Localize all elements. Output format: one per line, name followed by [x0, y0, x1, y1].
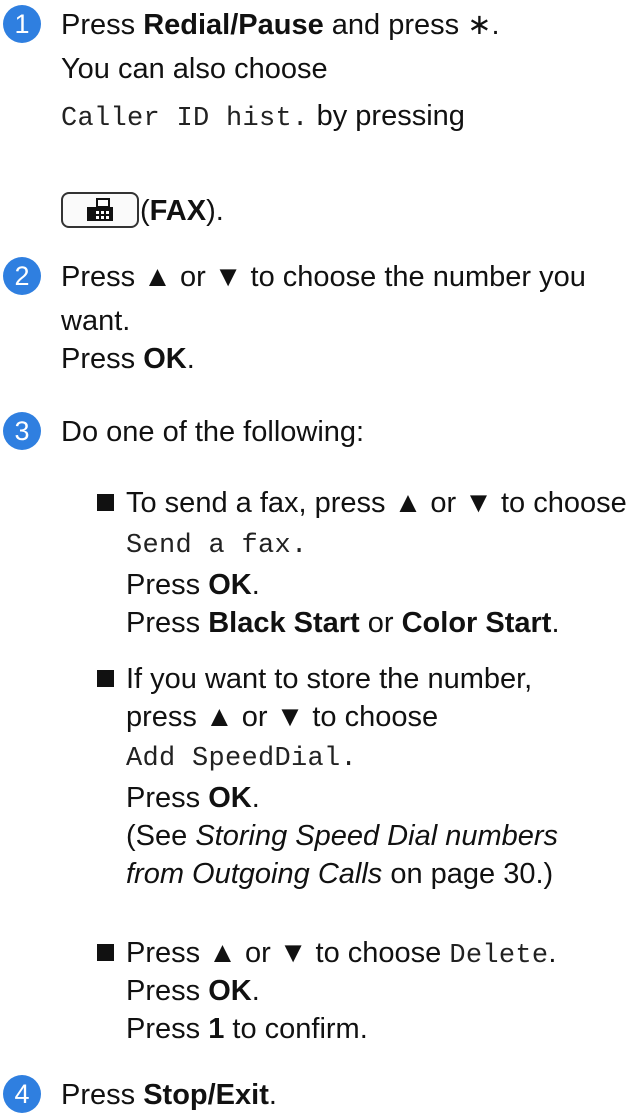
bullet-2-line-2: press ▲ or ▼ to choose — [126, 701, 439, 733]
fax-icon — [87, 198, 113, 221]
bullet-2-line-4: Press OK. — [126, 784, 260, 813]
step-2-line-2: want. — [61, 305, 131, 337]
color-start-key: Color Start — [401, 607, 552, 639]
step-2-line-3: Press OK. — [61, 345, 195, 374]
text: . — [186, 343, 195, 375]
step-1-line-3: Caller ID hist. by pressing — [61, 102, 465, 133]
text: . — [491, 9, 500, 41]
text: ). — [206, 195, 224, 227]
text: Press — [126, 1013, 209, 1045]
lcd-text-caller-id-hist: Caller ID hist. — [61, 104, 309, 134]
text: Press — [126, 975, 209, 1007]
bullet-2-line-5: (See Storing Speed Dial numbers — [126, 822, 558, 851]
text: . — [251, 975, 260, 1007]
text: Press — [126, 607, 209, 639]
bullet-2-line-1: If you want to store the number, — [126, 663, 533, 695]
text: Press — [61, 343, 144, 375]
text: ( — [140, 195, 150, 227]
ok-key: OK — [208, 782, 252, 814]
step-1-line-1: Press Redial/Pause and press ∗. — [61, 11, 500, 40]
bullet-1-line-1: To send a fax, press ▲ or ▼ to choose — [126, 487, 627, 519]
bullet-2-line-6: from Outgoing Calls on page 30.) — [126, 860, 553, 889]
redial-pause-key: Redial/Pause — [143, 9, 324, 41]
text: and press — [323, 9, 468, 41]
text: . — [551, 607, 560, 639]
step-number-1: 1 — [3, 5, 41, 43]
text: to confirm. — [224, 1013, 368, 1045]
ok-key: OK — [208, 569, 252, 601]
text: by pressing — [308, 100, 465, 132]
bullet-1-line-3: Press OK. — [126, 571, 260, 600]
bullet-2 — [97, 670, 114, 687]
cross-reference-link: from Outgoing Calls — [126, 858, 383, 890]
step-1-line-2: You can also choose — [61, 53, 328, 85]
step-number-3: 3 — [3, 412, 41, 450]
text: Press ▲ or ▼ to choose — [126, 937, 450, 969]
bullet-1 — [97, 494, 114, 511]
ok-key: OK — [208, 975, 252, 1007]
black-start-key: Black Start — [208, 607, 360, 639]
step-3-line-1: Do one of the following: — [61, 416, 365, 448]
step-number-4: 4 — [3, 1075, 41, 1113]
text: . — [548, 937, 557, 969]
bullet-3-line-3: Press 1 to confirm. — [126, 1015, 368, 1044]
lcd-text-add-speeddial: Add SpeedDial. — [126, 744, 358, 774]
text: . — [268, 1079, 277, 1111]
text: . — [251, 569, 260, 601]
text: Press — [61, 9, 144, 41]
lcd-text-send-a-fax: Send a fax. — [126, 531, 308, 561]
text: Press — [61, 1079, 144, 1111]
bullet-3-line-2: Press OK. — [126, 977, 260, 1006]
bullet-1-line-4: Press Black Start or Color Start. — [126, 609, 560, 638]
lcd-text-delete: Delete — [449, 941, 549, 971]
text: Press — [126, 569, 209, 601]
step-number-2: 2 — [3, 257, 41, 295]
text: (See — [126, 820, 196, 852]
star-key: ∗ — [467, 9, 492, 41]
bullet-3-line-1: Press ▲ or ▼ to choose Delete. — [126, 939, 556, 970]
page-reference: on page 30.) — [382, 858, 554, 890]
key-1: 1 — [208, 1013, 225, 1045]
fax-button — [61, 192, 139, 228]
step-2-line-1: Press ▲ or ▼ to choose the number you — [61, 261, 586, 293]
step-4-line-1: Press Stop/Exit. — [61, 1081, 277, 1110]
text: . — [251, 782, 260, 814]
text: or — [359, 607, 402, 639]
cross-reference-link: Storing Speed Dial numbers — [195, 820, 559, 852]
step-1-line-4: (FAX). — [140, 197, 224, 226]
bullet-3 — [97, 944, 114, 961]
stop-exit-key: Stop/Exit — [143, 1079, 269, 1111]
text: Press — [126, 782, 209, 814]
ok-key: OK — [143, 343, 187, 375]
fax-key-label: FAX — [149, 195, 207, 227]
